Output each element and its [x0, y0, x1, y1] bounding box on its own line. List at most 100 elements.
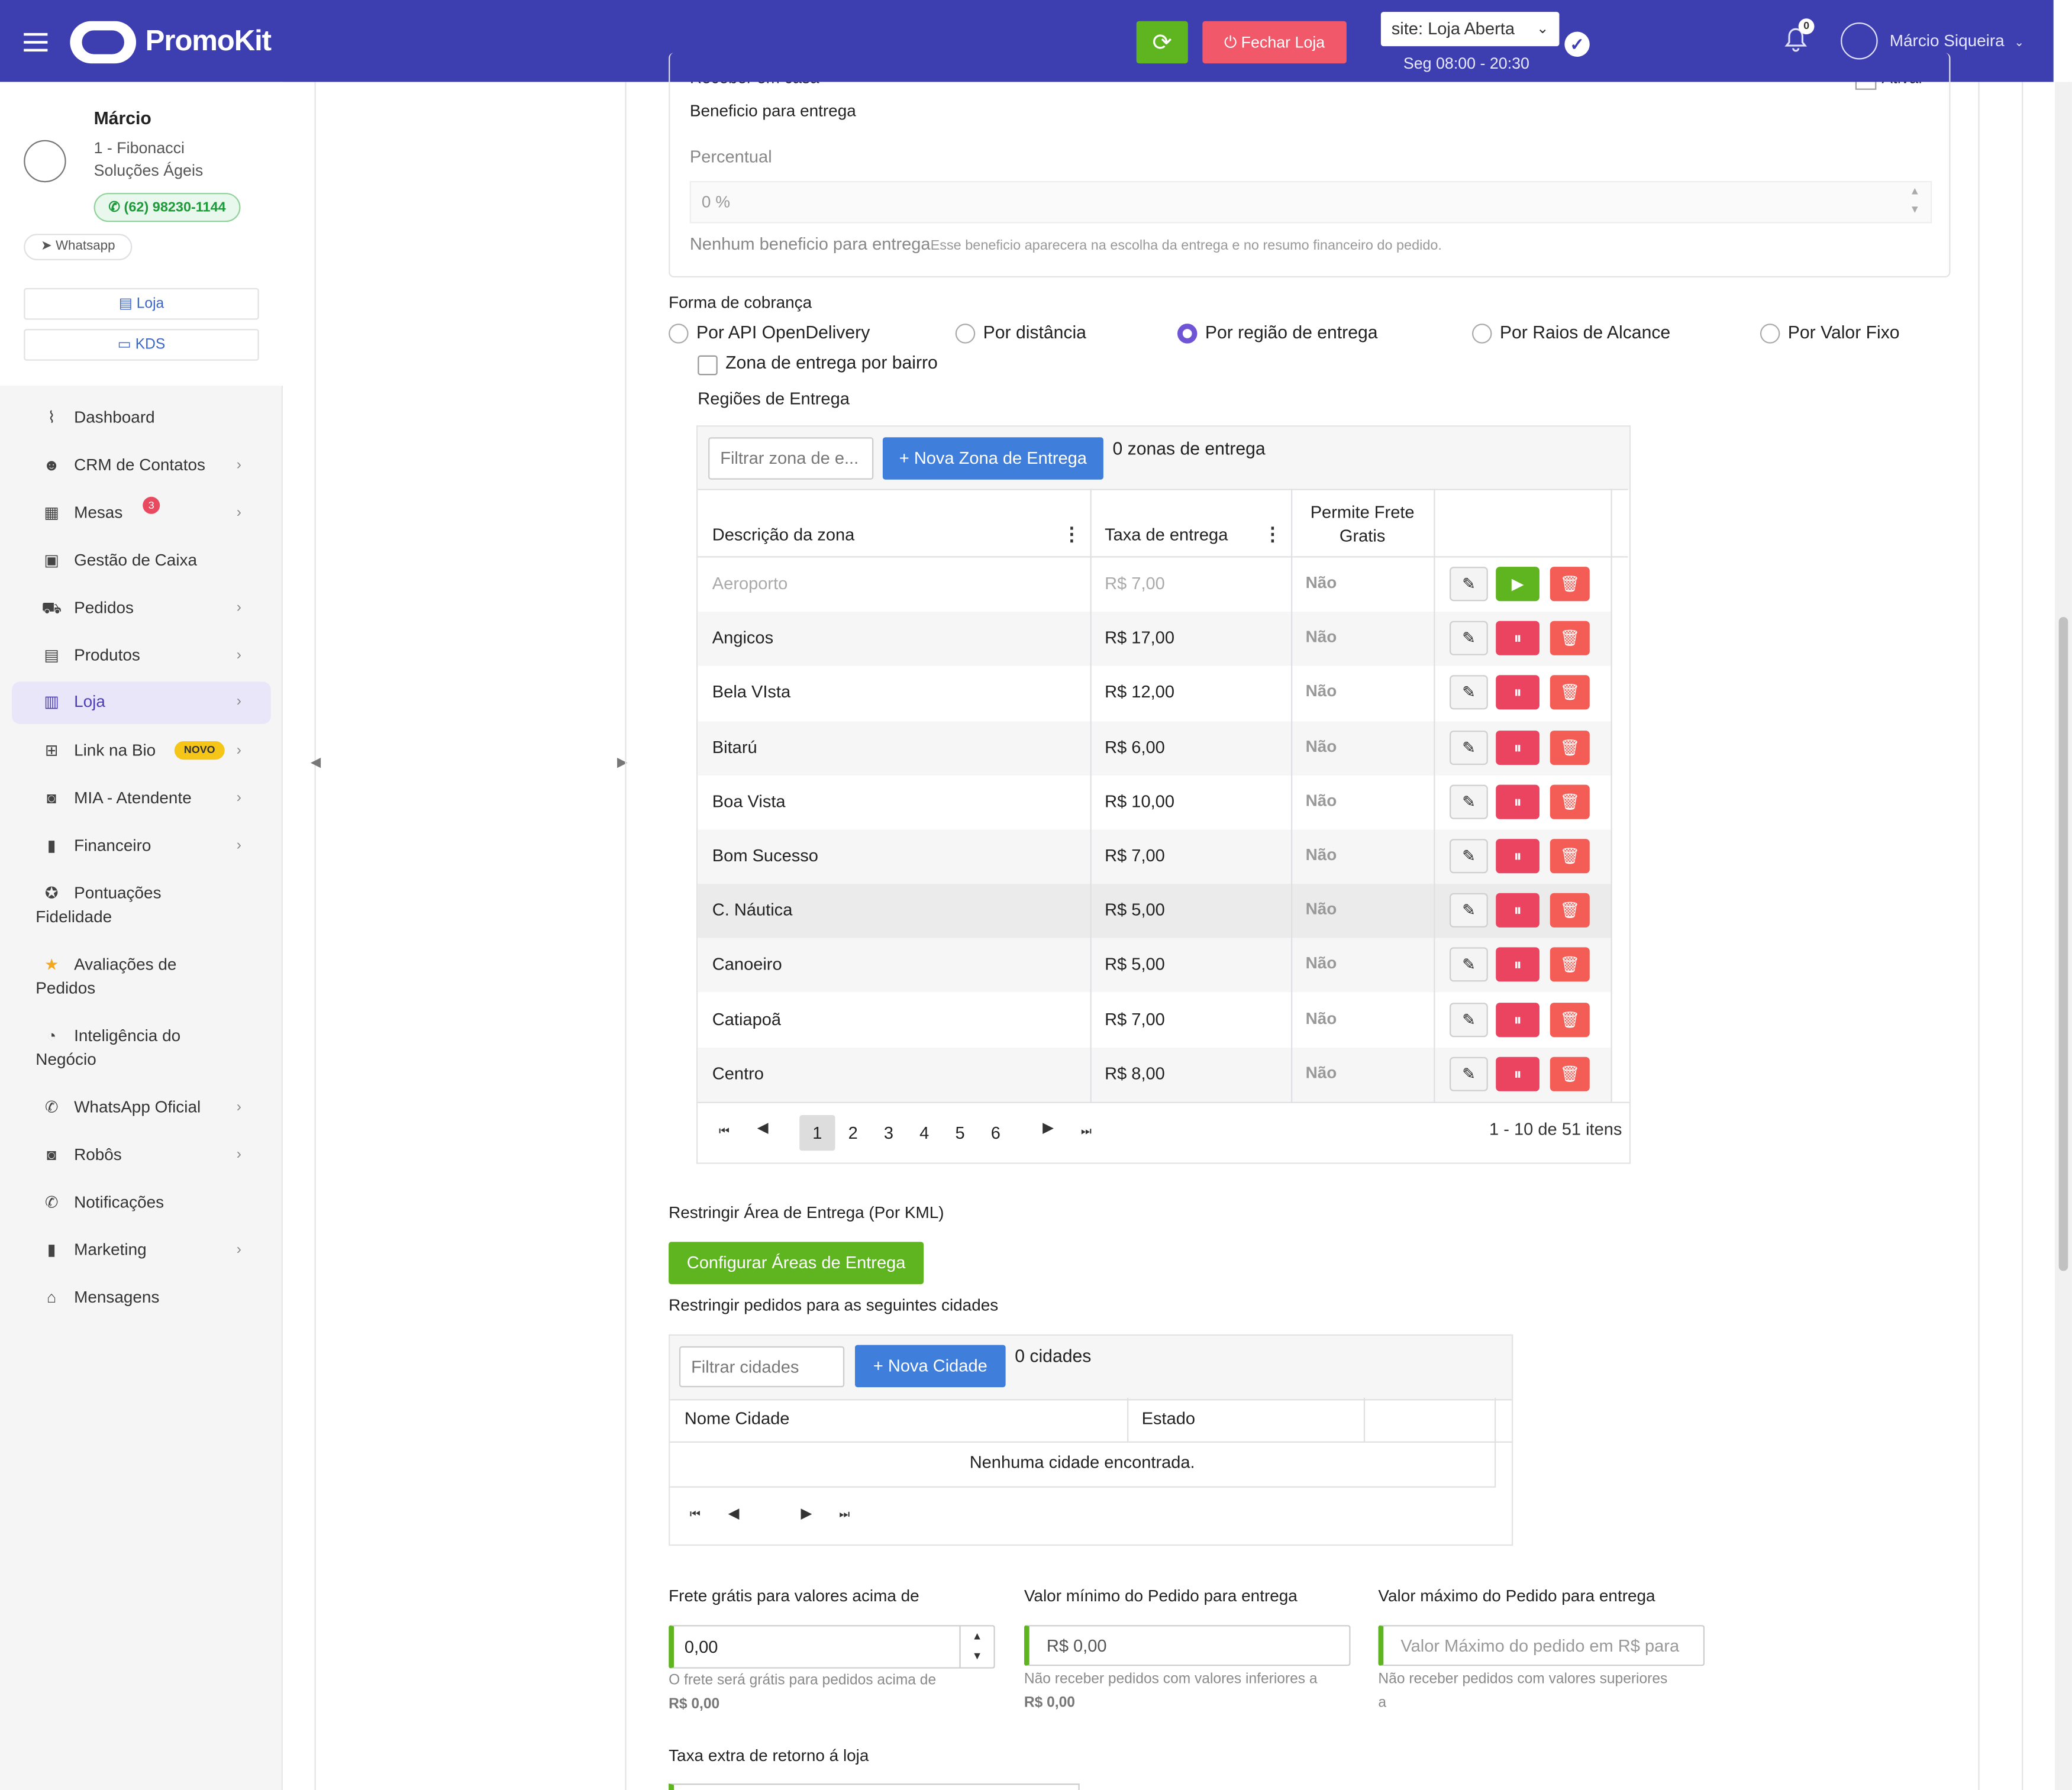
delete-button[interactable]: 🗑: [1550, 948, 1590, 983]
collapse-left-icon[interactable]: ◀: [311, 756, 321, 771]
col-header-city[interactable]: Nome Cidade: [685, 1408, 790, 1429]
pause-button[interactable]: ⏸: [1496, 621, 1540, 656]
sidebar-item-9[interactable]: ▮ Financeiro ›: [12, 835, 271, 862]
billing-radio-2[interactable]: [1177, 324, 1198, 344]
min-order-input[interactable]: R$ 0,00: [1024, 1625, 1351, 1666]
sidebar-item-0[interactable]: ⌇ Dashboard: [12, 407, 271, 434]
sidebar-item-3[interactable]: ▣ Gestão de Caixa: [12, 550, 271, 576]
edit-button[interactable]: ✎: [1450, 948, 1488, 983]
billing-radio-1[interactable]: [955, 324, 976, 344]
store-button[interactable]: ▤ Loja: [24, 287, 259, 320]
pause-button[interactable]: ⏸: [1496, 839, 1540, 874]
page-scrollbar[interactable]: [2054, 82, 2072, 1790]
table-row[interactable]: C. Náutica R$ 5,00 Não ✎ ⏸ 🗑: [698, 884, 1611, 939]
col-header-state[interactable]: Estado: [1142, 1408, 1195, 1429]
page-button[interactable]: 6: [978, 1115, 1014, 1151]
edit-button[interactable]: ✎: [1450, 784, 1488, 819]
site-status-select[interactable]: site: Loja Aberta ⌄: [1380, 12, 1560, 47]
new-city-button[interactable]: + Nova Cidade: [855, 1345, 1006, 1388]
page-button[interactable]: 1: [799, 1114, 835, 1151]
table-row[interactable]: Centro R$ 8,00 Não ✎ ⏸ 🗑: [698, 1047, 1611, 1102]
sidebar-item-1[interactable]: ☻ CRM de Contatos ›: [12, 454, 271, 481]
menu-toggle-icon[interactable]: [24, 28, 48, 57]
pause-button[interactable]: ⏸: [1496, 1002, 1540, 1037]
edit-button[interactable]: ✎: [1450, 730, 1488, 765]
return-fee-input[interactable]: [669, 1783, 1080, 1790]
whatsapp-tag[interactable]: ➤ Whatsapp: [24, 234, 133, 260]
sidebar-item-14[interactable]: ◙ Robôs ›: [12, 1144, 271, 1171]
pause-button[interactable]: ⏸: [1496, 893, 1540, 928]
city-filter-input[interactable]: Filtrar cidades: [679, 1346, 845, 1388]
sidebar-item-17[interactable]: ⌂ Mensagens: [12, 1287, 271, 1313]
free-shipping-input[interactable]: 0,00 ▲ ▼: [669, 1625, 995, 1669]
edit-button[interactable]: ✎: [1450, 1002, 1488, 1037]
delete-button[interactable]: 🗑: [1550, 1002, 1590, 1037]
sidebar-item-15[interactable]: ✆ Notificações: [12, 1192, 271, 1219]
next-page-icon[interactable]: ▶: [801, 1505, 812, 1522]
last-page-icon[interactable]: ⏭: [1081, 1125, 1092, 1139]
user-menu[interactable]: Márcio Siqueira ⌄: [1890, 32, 2025, 50]
table-row[interactable]: Bitarú R$ 6,00 Não ✎ ⏸ 🗑: [698, 720, 1611, 776]
billing-radio-3[interactable]: [1472, 324, 1492, 344]
phone-badge[interactable]: ✆ (62) 98230-1144: [93, 193, 241, 222]
sidebar-item-12[interactable]: ◔ Inteligência do Negócio: [12, 1025, 271, 1068]
page-button[interactable]: 5: [942, 1115, 977, 1151]
edit-button[interactable]: ✎: [1450, 893, 1488, 928]
pause-button[interactable]: ⏸: [1496, 948, 1540, 983]
first-page-icon[interactable]: ⏮: [690, 1507, 701, 1522]
table-row[interactable]: Bela VIsta R$ 12,00 Não ✎ ⏸ 🗑: [698, 667, 1611, 721]
pause-button[interactable]: ⏸: [1496, 676, 1540, 710]
pause-button[interactable]: ⏸: [1496, 1056, 1540, 1091]
next-page-icon[interactable]: ▶: [1043, 1119, 1054, 1136]
zone-filter-input[interactable]: Filtrar zona de e...: [708, 437, 874, 480]
kds-button[interactable]: ▭ KDS: [24, 329, 259, 361]
activate-button[interactable]: ▶: [1496, 567, 1540, 602]
sidebar-item-13[interactable]: ✆ WhatsApp Oficial ›: [12, 1097, 271, 1123]
scrollbar-thumb[interactable]: [2058, 616, 2068, 1271]
activate-checkbox[interactable]: [1855, 82, 1877, 90]
table-row[interactable]: Aeroporto R$ 7,00 Não ✎ ▶ 🗑: [698, 557, 1611, 612]
new-zone-button[interactable]: + Nova Zona de Entrega: [882, 437, 1103, 480]
billing-radio-4[interactable]: [1760, 324, 1780, 344]
spinner-icon[interactable]: ▲ ▼: [1909, 182, 1920, 219]
first-page-icon[interactable]: ⏮: [719, 1125, 730, 1139]
delete-button[interactable]: 🗑: [1550, 730, 1590, 765]
pause-button[interactable]: ⏸: [1496, 784, 1540, 819]
prev-page-icon[interactable]: ◀: [728, 1505, 740, 1522]
edit-button[interactable]: ✎: [1450, 567, 1488, 602]
sidebar-item-4[interactable]: ⛟ Pedidos ›: [12, 597, 271, 623]
table-row[interactable]: Boa Vista R$ 10,00 Não ✎ ⏸ 🗑: [698, 776, 1611, 830]
sidebar-item-11[interactable]: ★ Avaliações de Pedidos: [12, 954, 271, 997]
configure-areas-button[interactable]: Configurar Áreas de Entrega: [669, 1242, 924, 1284]
sidebar-item-8[interactable]: ◙ MIA - Atendente ›: [12, 787, 271, 814]
column-menu-icon[interactable]: ⋮: [1263, 523, 1282, 545]
edit-button[interactable]: ✎: [1450, 839, 1488, 874]
delete-button[interactable]: 🗑: [1550, 676, 1590, 710]
last-page-icon[interactable]: ⏭: [839, 1507, 850, 1522]
col-header-desc[interactable]: Descrição da zona: [712, 525, 854, 545]
delete-button[interactable]: 🗑: [1550, 784, 1590, 819]
page-button[interactable]: 4: [906, 1115, 942, 1151]
col-header-fee[interactable]: Taxa de entrega: [1105, 525, 1228, 545]
page-button[interactable]: 3: [871, 1115, 906, 1151]
edit-button[interactable]: ✎: [1450, 621, 1488, 656]
max-order-input[interactable]: Valor Máximo do pedido em R$ para: [1378, 1625, 1705, 1666]
table-row[interactable]: Angicos R$ 17,00 Não ✎ ⏸ 🗑: [698, 612, 1611, 667]
pause-button[interactable]: ⏸: [1496, 730, 1540, 765]
sidebar-item-16[interactable]: ▮ Marketing ›: [12, 1239, 271, 1266]
percent-input[interactable]: 0 % ▲ ▼: [689, 180, 1932, 224]
sidebar-item-7[interactable]: ⊞ Link na Bio NOVO ›: [12, 740, 271, 767]
billing-radio-0[interactable]: [669, 324, 689, 344]
spinner-icon[interactable]: ▲ ▼: [959, 1626, 993, 1668]
delete-button[interactable]: 🗑: [1550, 839, 1590, 874]
edit-button[interactable]: ✎: [1450, 1056, 1488, 1091]
table-row[interactable]: Canoeiro R$ 5,00 Não ✎ ⏸ 🗑: [698, 938, 1611, 993]
sidebar-item-2[interactable]: ▦ Mesas 3 ›: [12, 496, 271, 529]
column-menu-icon[interactable]: ⋮: [1063, 523, 1081, 545]
delete-button[interactable]: 🗑: [1550, 1056, 1590, 1091]
sidebar-item-10[interactable]: ✪ Pontuações Fidelidade: [12, 883, 271, 926]
table-row[interactable]: Bom Sucesso R$ 7,00 Não ✎ ⏸ 🗑: [698, 829, 1611, 884]
edit-button[interactable]: ✎: [1450, 676, 1488, 710]
delete-button[interactable]: 🗑: [1550, 567, 1590, 602]
prev-page-icon[interactable]: ◀: [757, 1119, 769, 1136]
